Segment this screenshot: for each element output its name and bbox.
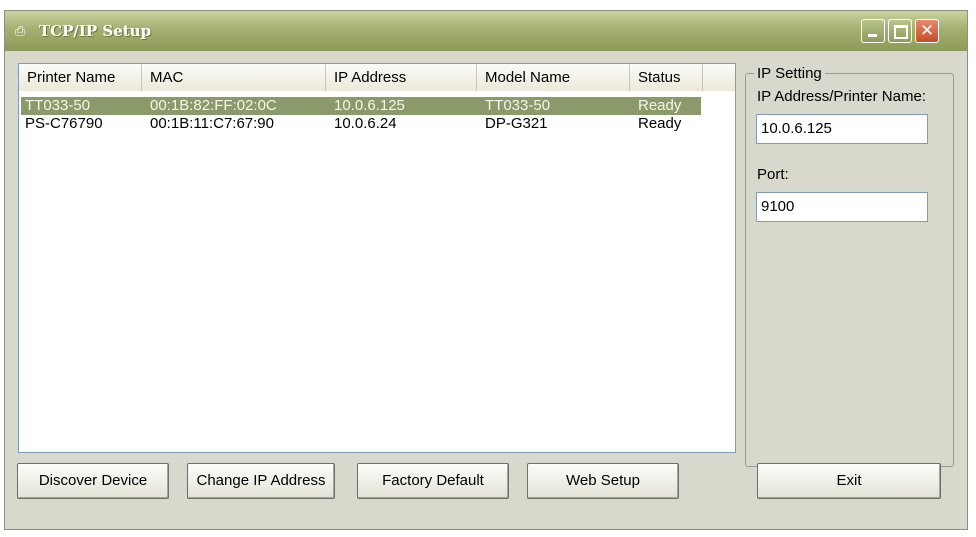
close-button[interactable]: ✕: [915, 19, 939, 43]
cell-status: Ready: [638, 115, 682, 132]
window-title: TCP/IP Setup: [39, 22, 152, 40]
column-mac[interactable]: MAC: [142, 64, 326, 91]
cell-mac: 00:1B:11:C7:67:90: [150, 115, 274, 132]
column-ip-address[interactable]: IP Address: [326, 64, 477, 91]
cell-mac: 00:1B:82:FF:02:0C: [150, 97, 277, 114]
printer-list-header: Printer Name MAC IP Address Model Name S…: [19, 64, 735, 91]
title-bar[interactable]: ⎙ TCP/IP Setup ✕: [5, 11, 967, 51]
column-filler: [703, 64, 735, 91]
cell-model-name: TT033-50: [485, 97, 551, 114]
tcpip-setup-window: ⎙ TCP/IP Setup ✕ Printer Name MAC IP Add…: [4, 10, 968, 530]
table-row[interactable]: TT033-50 00:1B:82:FF:02:0C 10.0.6.125 TT…: [21, 97, 701, 115]
cell-printer-name: TT033-50: [25, 97, 91, 114]
discover-device-button[interactable]: Discover Device: [17, 463, 169, 499]
cell-printer-name: PS-C76790: [25, 115, 103, 132]
cell-ip-address: 10.0.6.24: [334, 115, 397, 132]
ip-address-field[interactable]: 10.0.6.125: [756, 114, 928, 144]
minimize-button[interactable]: [861, 19, 885, 43]
ip-setting-legend: IP Setting: [754, 65, 825, 82]
change-ip-address-button[interactable]: Change IP Address: [187, 463, 335, 499]
column-model-name[interactable]: Model Name: [477, 64, 630, 91]
exit-button[interactable]: Exit: [757, 463, 941, 499]
cell-status: Ready: [638, 97, 682, 114]
column-status[interactable]: Status: [630, 64, 703, 91]
port-label: Port:: [757, 166, 789, 183]
printer-icon: ⎙: [15, 23, 26, 38]
port-field[interactable]: 9100: [756, 192, 928, 222]
ip-setting-group: IP Setting IP Address/Printer Name: 10.0…: [745, 65, 954, 467]
factory-default-button[interactable]: Factory Default: [357, 463, 509, 499]
ip-address-label: IP Address/Printer Name:: [757, 88, 926, 105]
maximize-button[interactable]: [888, 19, 912, 43]
column-printer-name[interactable]: Printer Name: [19, 64, 142, 91]
cell-model-name: DP-G321: [485, 115, 548, 132]
web-setup-button[interactable]: Web Setup: [527, 463, 679, 499]
cell-ip-address: 10.0.6.125: [334, 97, 405, 114]
close-icon: ✕: [919, 21, 935, 41]
printer-list[interactable]: Printer Name MAC IP Address Model Name S…: [18, 63, 736, 453]
table-row[interactable]: PS-C76790 00:1B:11:C7:67:90 10.0.6.24 DP…: [21, 115, 701, 133]
